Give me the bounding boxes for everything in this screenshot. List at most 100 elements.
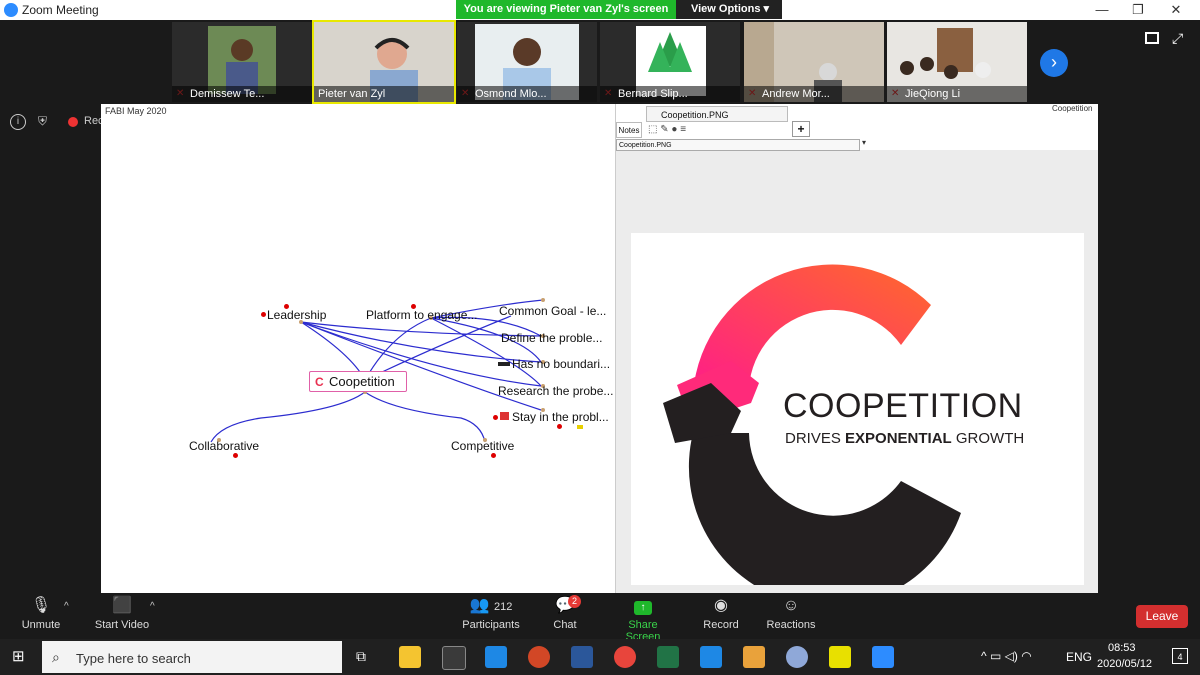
fullscreen-icon[interactable]: ⤢ (1172, 30, 1188, 46)
start-video-label: Start Video (94, 619, 150, 631)
mail-icon[interactable] (485, 646, 507, 668)
video-off-icon: ⬛ (112, 597, 132, 614)
add-tab-button[interactable]: + (792, 121, 810, 137)
mic-muted-icon: 🎙 (30, 597, 52, 614)
search-placeholder: Type here to search (76, 651, 191, 666)
mindmap-node[interactable]: Stay in the probl... (512, 410, 609, 424)
mindmap-node[interactable]: Research the probe... (498, 384, 613, 398)
viewer-tabbar: Coopetition.PNG Coopetition Notes ⬚ ✎ ● … (616, 104, 1098, 151)
audio-options-caret-icon[interactable]: ^ (64, 601, 69, 612)
logo-title: COOPETITION (783, 387, 1023, 425)
participant-name: Pieter van Zyl (314, 86, 454, 102)
mindmap-node[interactable]: Has no boundari... (512, 357, 610, 371)
leave-button[interactable]: Leave (1136, 605, 1188, 628)
participant-tile[interactable]: ✕ Bernard Slip... (600, 22, 740, 102)
view-layout-icon[interactable] (1145, 32, 1159, 44)
mindmap-node[interactable]: Leadership (267, 308, 326, 322)
notes-button[interactable]: Notes (616, 122, 642, 138)
start-video-button[interactable]: ⬛ Start Video (90, 593, 154, 639)
zoom-taskbar-icon[interactable] (872, 646, 894, 668)
view-options-button[interactable]: View Options ▾ (678, 0, 782, 19)
notifications-button[interactable]: 4 (1172, 648, 1188, 664)
minimize-button[interactable]: — (1084, 0, 1120, 20)
record-button[interactable]: ◉ Record (700, 593, 742, 639)
record-icon: ◉ (714, 597, 728, 614)
viewing-banner: You are viewing Pieter van Zyl's screen … (456, 0, 782, 19)
participant-tile[interactable]: ✕ Andrew Mor... (744, 22, 884, 102)
mindmap-node[interactable]: Collaborative (189, 439, 259, 453)
unmute-label: Unmute (21, 619, 61, 631)
window-label: Coopetition (1052, 104, 1093, 113)
participants-count: 212 (494, 601, 513, 613)
mindmap-node[interactable]: Platform to engage... (366, 308, 477, 322)
sticky-notes-icon[interactable] (829, 646, 851, 668)
store-icon[interactable] (442, 646, 466, 670)
clock-time[interactable]: 08:53 (1108, 642, 1136, 654)
path-dropdown[interactable]: Coopetition.PNG (616, 139, 860, 151)
info-icon[interactable]: i (10, 114, 26, 130)
participant-name: Andrew Mor... (744, 86, 884, 102)
node-marker (557, 424, 562, 429)
media-player-icon[interactable] (743, 646, 765, 668)
node-marker (493, 415, 498, 420)
meeting-toolbar: 🎙 Unmute ^ ⬛ Start Video ^ 👥 212 Partici… (0, 593, 1200, 643)
reactions-icon: ☺ (782, 597, 800, 614)
chat-label: Chat (553, 619, 577, 631)
unmute-button[interactable]: 🎙 Unmute (10, 593, 72, 639)
calendar-icon[interactable] (700, 646, 722, 668)
node-marker (233, 453, 238, 458)
windows-taskbar: ⊞ ⌕ Type here to search ⧉ ^ ▭ ◁) ◠ ENG 0… (0, 639, 1200, 675)
participant-name: Demissew Te... (172, 86, 312, 102)
mindmap-node[interactable]: Competitive (451, 439, 514, 453)
file-explorer-icon[interactable] (399, 646, 421, 668)
reactions-label: Reactions (766, 619, 816, 631)
participant-name: Bernard Slip... (600, 86, 740, 102)
shield-icon[interactable]: ⛨ (38, 114, 52, 128)
logo-sub-a: DRIVES (785, 430, 846, 447)
node-marker (261, 312, 266, 317)
system-tray-icons[interactable]: ^ ▭ ◁) ◠ (981, 649, 1032, 663)
language-indicator[interactable]: ENG (1066, 650, 1092, 664)
share-screen-button[interactable]: ↑ Share Screen (610, 593, 676, 643)
logo-sub-b: EXPONENTIAL (845, 430, 952, 447)
participant-tile[interactable]: ✕ Osmond Mlo... (457, 22, 597, 102)
record-label: Record (703, 619, 739, 631)
view-options-label: View Options (690, 3, 761, 15)
viewing-text: You are viewing Pieter van Zyl's screen (456, 0, 676, 19)
clock-date[interactable]: 2020/05/12 (1097, 658, 1152, 670)
participants-button[interactable]: 👥 212 Participants (460, 593, 522, 639)
participant-tile[interactable]: ✕ Demissew Te... (172, 22, 312, 102)
close-button[interactable]: ✕ (1158, 0, 1194, 20)
video-options-caret-icon[interactable]: ^ (150, 601, 155, 612)
r-app-icon[interactable] (786, 646, 808, 668)
coopetition-icon: C (315, 375, 324, 389)
shared-screen: FABI May 2020 Leadership Platform to eng… (101, 104, 1098, 593)
participants-icon: 👥 212 (469, 597, 513, 614)
taskbar-search[interactable]: ⌕ Type here to search (42, 641, 342, 673)
central-node-label: Coopetition (329, 374, 395, 389)
participant-tile[interactable]: Pieter van Zyl (312, 20, 456, 104)
windows-start-icon[interactable]: ⊞ (12, 649, 28, 665)
viewer-tools-icon[interactable]: ⬚ ✎ ● ≡ (648, 124, 686, 135)
chat-button[interactable]: 💬 Chat 2 (544, 593, 586, 639)
mindmap-node[interactable]: Common Goal - le... (499, 304, 606, 318)
chevron-down-icon[interactable]: ▾ (862, 138, 866, 147)
participant-tile[interactable]: ✕ JieQiong Li (887, 22, 1027, 102)
central-node[interactable]: C Coopetition (309, 371, 407, 392)
mindmap-node[interactable]: Define the proble... (501, 331, 602, 345)
node-icon (500, 412, 509, 420)
node-icon (498, 362, 510, 366)
participant-name: Osmond Mlo... (457, 86, 597, 102)
powerpoint-icon[interactable] (528, 646, 550, 668)
reactions-button[interactable]: ☺ Reactions (764, 593, 818, 639)
next-page-button[interactable]: › (1040, 49, 1068, 77)
task-view-icon[interactable]: ⧉ (356, 648, 366, 665)
restore-button[interactable]: ❐ (1120, 0, 1156, 20)
participants-label: Participants (462, 619, 520, 631)
chevron-right-icon: › (1051, 52, 1057, 72)
logo-subtitle: DRIVES EXPONENTIAL GROWTH (785, 430, 1024, 447)
excel-icon[interactable] (657, 646, 679, 668)
word-icon[interactable] (571, 646, 593, 668)
chrome-icon[interactable] (614, 646, 636, 668)
tab-coopetition[interactable]: Coopetition.PNG (646, 106, 788, 122)
